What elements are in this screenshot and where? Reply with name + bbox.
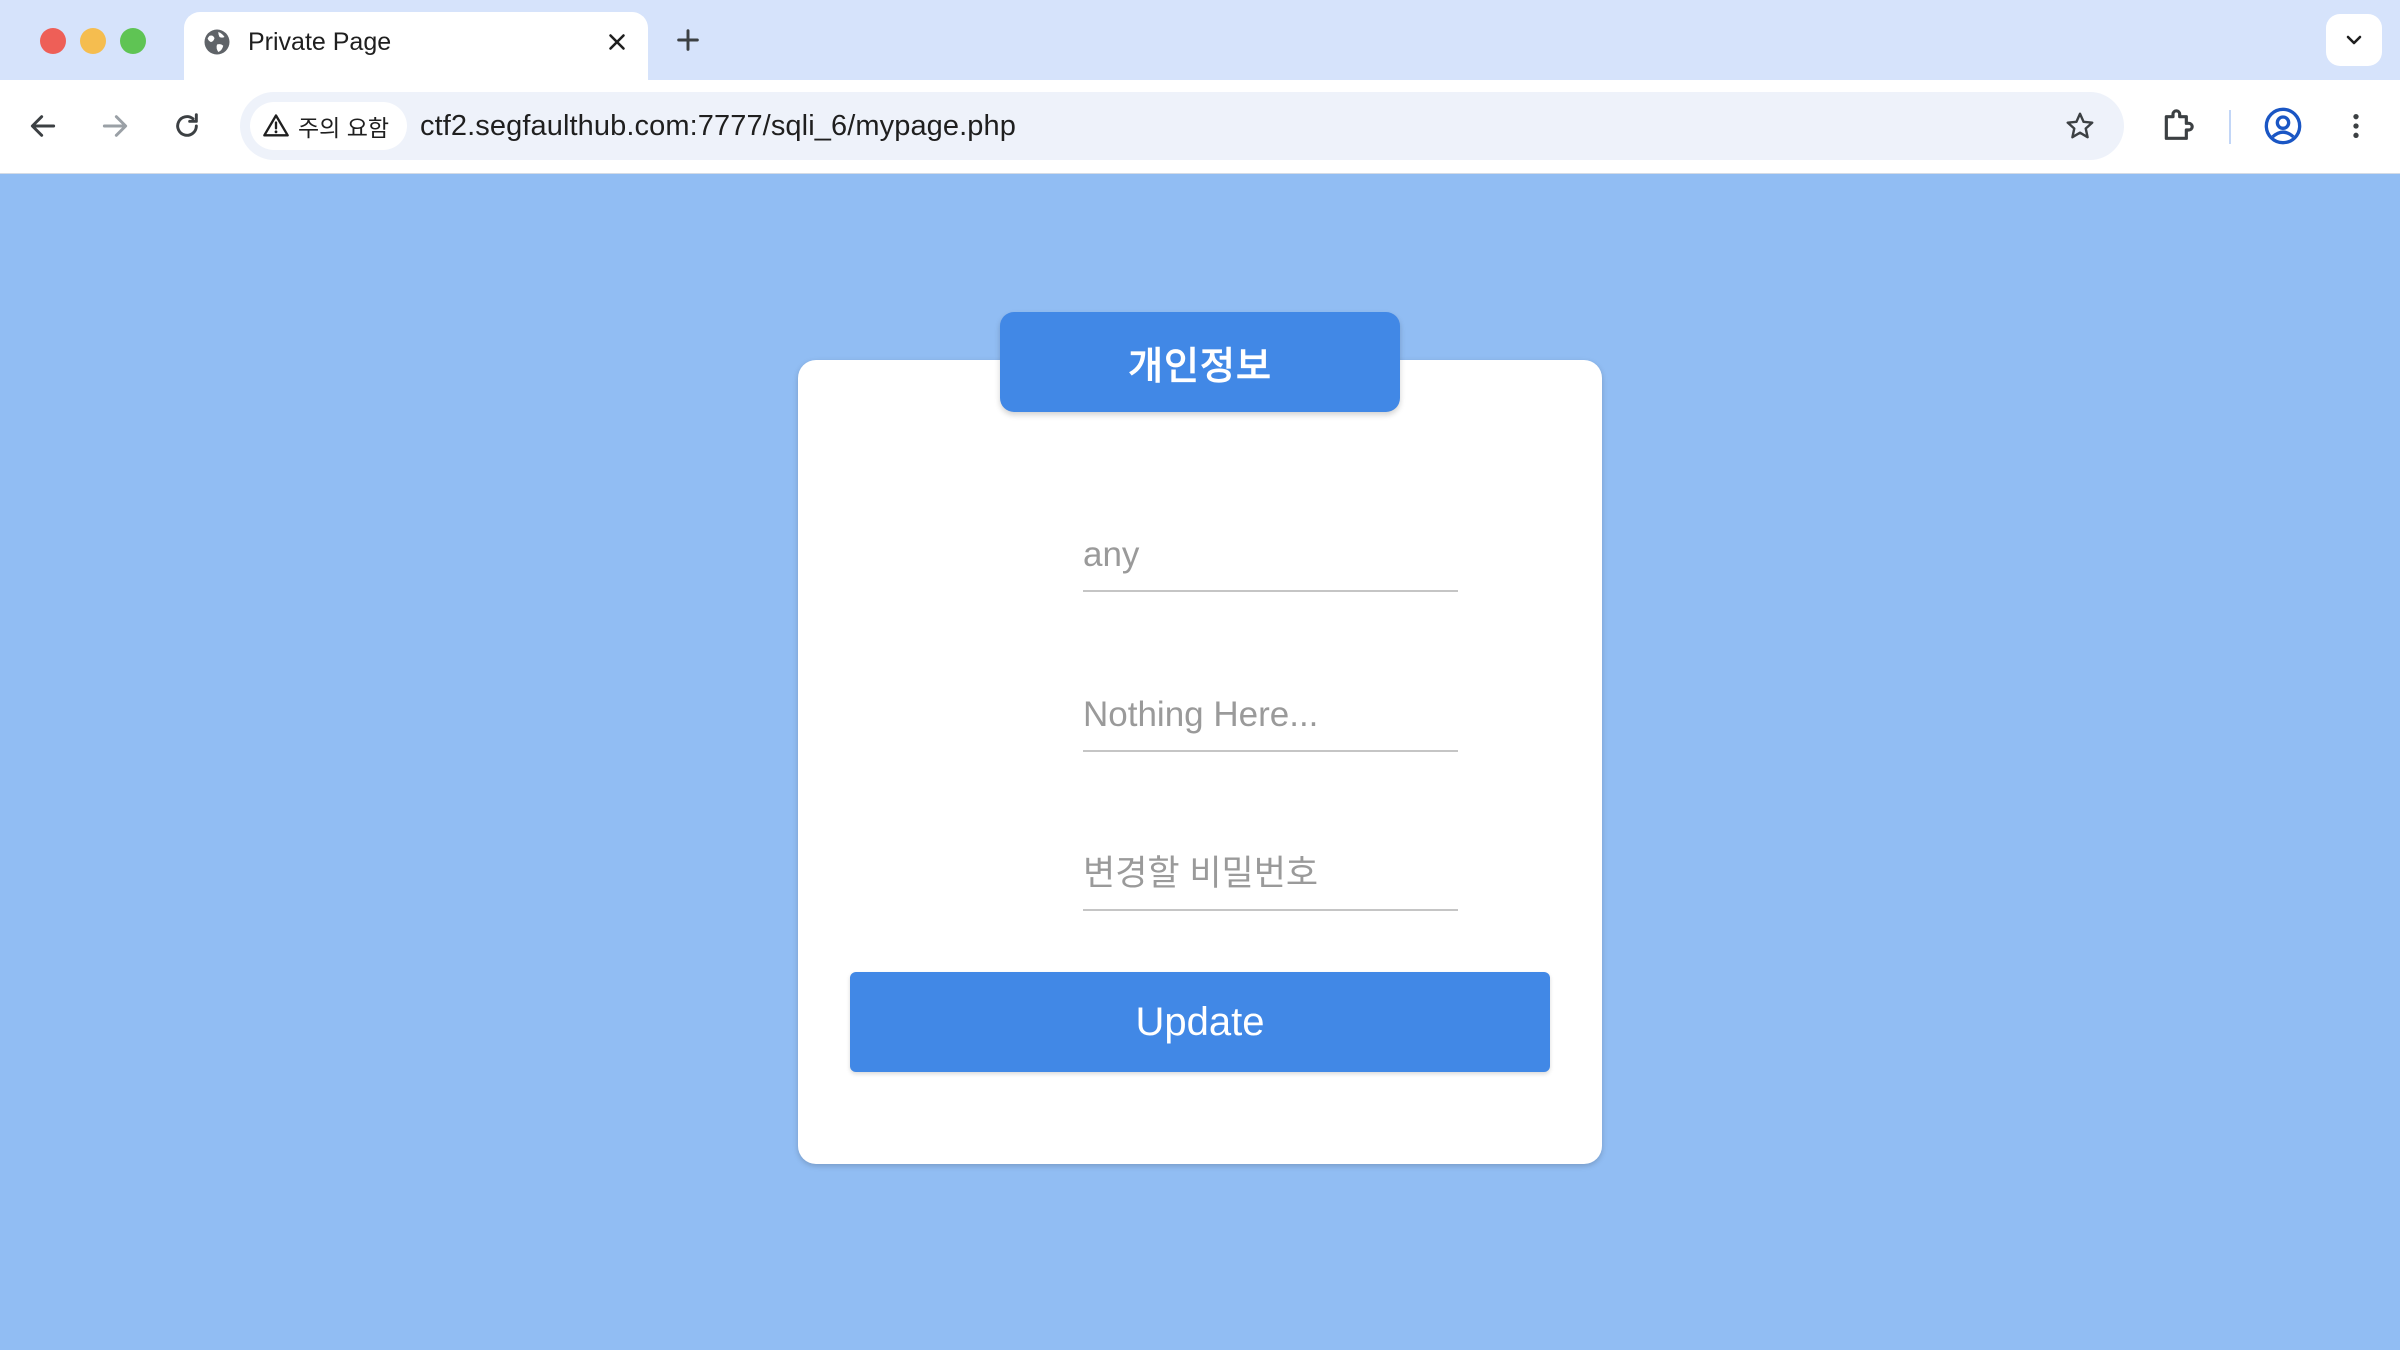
- globe-icon: [204, 29, 230, 55]
- back-button[interactable]: [20, 103, 66, 149]
- new-password-input[interactable]: [1083, 839, 1458, 911]
- arrow-left-icon: [30, 115, 56, 137]
- window-maximize-button[interactable]: [120, 28, 146, 54]
- star-icon[interactable]: [2064, 110, 2096, 142]
- puzzle-icon[interactable]: [2158, 105, 2198, 145]
- browser-tab-active[interactable]: Private Page: [184, 12, 648, 80]
- tab-search-button[interactable]: [2326, 14, 2382, 66]
- forward-button[interactable]: [92, 103, 138, 149]
- card-title: 개인정보: [1128, 345, 1272, 388]
- tab-title: Private Page: [248, 28, 392, 56]
- update-button[interactable]: Update: [850, 972, 1550, 1072]
- reload-button[interactable]: [164, 103, 210, 149]
- info-input[interactable]: [1083, 680, 1458, 752]
- url-text[interactable]: ctf2.segfaulthub.com:7777/sqli_6/mypage.…: [420, 108, 1016, 144]
- chevron-down-icon: [2346, 35, 2362, 45]
- kebab-menu-icon[interactable]: [2340, 106, 2372, 146]
- card-header: 개인정보: [1000, 312, 1400, 412]
- reload-icon: [176, 113, 198, 137]
- toolbar-divider: [2229, 110, 2231, 144]
- address-bar[interactable]: 주의 요함 ctf2.segfaulthub.com:7777/sqli_6/m…: [240, 92, 2124, 160]
- close-icon[interactable]: [604, 29, 630, 55]
- browser-tabstrip: Private Page: [0, 0, 2400, 80]
- security-label: 주의 요함: [298, 115, 390, 141]
- browser-toolbar: 주의 요함 ctf2.segfaulthub.com:7777/sqli_6/m…: [0, 80, 2400, 174]
- warning-triangle-icon: [263, 114, 289, 137]
- page-content: 개인정보 Update: [0, 174, 2400, 1350]
- window-close-button[interactable]: [40, 28, 66, 54]
- security-indicator[interactable]: 주의 요함: [250, 102, 408, 150]
- id-input[interactable]: [1083, 520, 1458, 592]
- plus-icon[interactable]: [672, 24, 704, 56]
- arrow-right-icon: [102, 115, 128, 137]
- profile-icon[interactable]: [2263, 106, 2303, 146]
- window-minimize-button[interactable]: [80, 28, 106, 54]
